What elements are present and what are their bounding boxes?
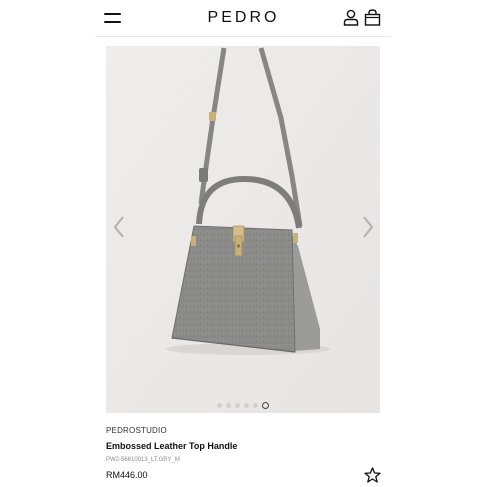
shopping-bag-icon[interactable] [364,9,381,26]
product-brand[interactable]: PEDROSTUDIO [106,426,167,435]
chevron-right-icon[interactable] [361,213,375,241]
star-icon[interactable] [364,467,381,483]
handbag-product-image [106,46,380,413]
site-header: PEDRO [0,0,487,36]
gallery-dot[interactable] [253,403,258,408]
product-price: RM446.00 [106,470,148,480]
chevron-left-icon[interactable] [112,213,126,241]
product-gallery[interactable] [106,46,380,413]
gallery-pagination [106,402,380,410]
product-name: Embossed Leather Top Handle [106,441,238,451]
gallery-dot[interactable] [244,403,249,408]
gallery-dot[interactable] [235,403,240,408]
user-account-icon[interactable] [343,9,359,26]
product-sku: PW2-56610013_LT.GRY_M [106,457,180,463]
gallery-dot-active[interactable] [262,402,269,409]
gallery-dot[interactable] [226,403,231,408]
site-logo[interactable]: PEDRO [0,9,487,27]
gallery-dot[interactable] [217,403,222,408]
header-divider [95,36,391,37]
